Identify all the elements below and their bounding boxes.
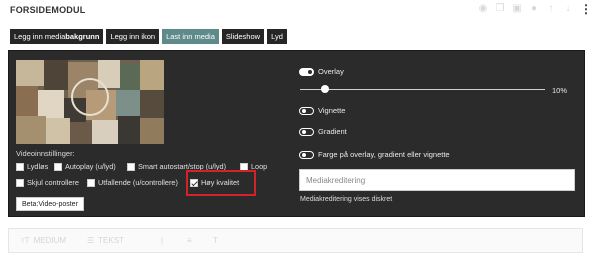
vignette-toggle-row[interactable]: Vignette: [299, 106, 345, 115]
kebab-menu-icon[interactable]: ⋮: [580, 3, 592, 15]
option-label: Utfallende (u/controllere): [98, 178, 178, 187]
video-thumbnail[interactable]: [16, 60, 164, 144]
header-actions: ◉ ❐ ▣ ● ↑ ↓ ⋮: [478, 3, 592, 15]
clear-format-tool[interactable]: T: [213, 236, 218, 245]
button-label: Legg inn media: [14, 32, 66, 41]
overlay-color-label: Farge på overlay, gradient eller vignett…: [318, 150, 450, 159]
audio-button[interactable]: Lyd: [267, 29, 287, 44]
front-module-panel: FORSIDEMODUL ◉ ❐ ▣ ● ↑ ↓ ⋮ Legg inn medi…: [0, 0, 600, 253]
media-credit-helper: Mediakreditering vises diskret: [300, 196, 393, 203]
copy-icon[interactable]: ❐: [495, 4, 505, 14]
arrow-up-icon[interactable]: ↑: [546, 4, 556, 14]
medium-tool[interactable]: тТ MEDIUM: [21, 236, 66, 245]
video-poster-button[interactable]: Beta:Video-poster: [16, 197, 84, 211]
overlay-color-toggle[interactable]: [299, 150, 314, 159]
media-toolbar: Legg inn mediabakgrunn Legg inn ikon Las…: [10, 29, 287, 44]
divider-icon: |: [161, 236, 164, 245]
list-icon: ≡: [187, 236, 192, 245]
overlay-opacity-slider[interactable]: [300, 85, 545, 93]
divider-tool[interactable]: |: [161, 236, 163, 245]
tool-label: TEKST: [98, 236, 124, 245]
slider-value: 10%: [552, 86, 568, 95]
clear-format-icon: T: [213, 236, 218, 245]
highlight-box: [186, 170, 256, 196]
eye-icon[interactable]: ◉: [478, 4, 488, 14]
duplicate-icon[interactable]: ▣: [512, 4, 522, 14]
video-settings-label: Videoinnstillinger:: [16, 149, 75, 158]
overlay-label: Overlay: [318, 67, 344, 76]
text-editor-toolbar: тТ MEDIUM ☰ TEKST | ≡ T: [8, 228, 583, 253]
align-icon: ☰: [87, 236, 95, 245]
text-tool[interactable]: ☰ TEKST: [87, 236, 124, 245]
gradient-toggle-row[interactable]: Gradient: [299, 127, 347, 136]
hide-controls-checkbox[interactable]: [16, 178, 24, 187]
option-mute[interactable]: Lydløs: [16, 162, 48, 171]
arrow-down-icon[interactable]: ↓: [563, 4, 573, 14]
media-credit-input[interactable]: [299, 169, 575, 191]
module-header: FORSIDEMODUL ◉ ❐ ▣ ● ↑ ↓ ⋮: [0, 0, 600, 22]
add-icon-button[interactable]: Legg inn ikon: [106, 29, 160, 44]
option-bleed[interactable]: Utfallende (u/controllere): [87, 178, 178, 187]
overlay-toggle[interactable]: [299, 67, 314, 76]
upload-media-button[interactable]: Last inn media: [162, 29, 219, 44]
gradient-label: Gradient: [318, 127, 347, 136]
add-background-media-button[interactable]: Legg inn mediabakgrunn: [10, 29, 104, 44]
smart-autostart-checkbox[interactable]: [127, 162, 135, 171]
text-size-icon: тТ: [21, 236, 30, 245]
mute-checkbox[interactable]: [16, 162, 24, 171]
autoplay-checkbox[interactable]: [54, 162, 62, 171]
media-settings-panel: Videoinnstillinger: Lydløs Autoplay (u/l…: [8, 50, 585, 217]
vignette-toggle[interactable]: [299, 106, 314, 115]
option-label: Skjul controllere: [27, 178, 79, 187]
button-label-bold: bakgrunn: [65, 32, 100, 41]
overlay-color-row[interactable]: Farge på overlay, gradient eller vignett…: [299, 150, 450, 159]
gradient-toggle[interactable]: [299, 127, 314, 136]
slideshow-button[interactable]: Slideshow: [221, 29, 265, 44]
option-hide-controls[interactable]: Skjul controllere: [16, 178, 79, 187]
tool-label: MEDIUM: [33, 236, 67, 245]
list-tool[interactable]: ≡: [187, 236, 192, 245]
option-label: Autoplay (u/lyd): [65, 162, 116, 171]
option-label: Lydløs: [27, 162, 49, 171]
bleed-checkbox[interactable]: [87, 178, 95, 187]
disable-icon[interactable]: ●: [529, 4, 539, 14]
vignette-label: Vignette: [318, 106, 346, 115]
option-autoplay[interactable]: Autoplay (u/lyd): [54, 162, 116, 171]
module-title: FORSIDEMODUL: [10, 5, 86, 15]
slider-handle[interactable]: [320, 85, 329, 93]
overlay-toggle-row[interactable]: Overlay: [299, 67, 344, 76]
